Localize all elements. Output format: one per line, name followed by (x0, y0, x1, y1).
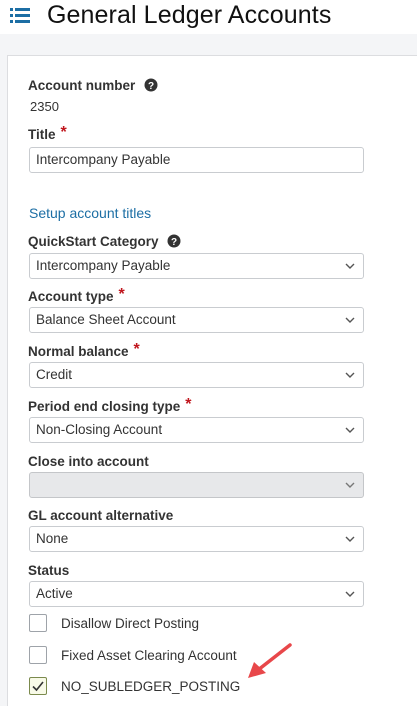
close-into-account-select (29, 472, 364, 498)
page-title: General Ledger Accounts (47, 1, 332, 29)
annotation-arrow-icon (248, 643, 292, 678)
close-into-account-label: Close into account (28, 454, 149, 470)
setup-account-titles-link[interactable]: Setup account titles (29, 205, 151, 221)
gl-account-alternative-value: None (36, 531, 69, 546)
status-label: Status (28, 563, 69, 579)
checkmark-icon (32, 681, 44, 692)
chevron-down-icon (345, 263, 355, 269)
help-icon[interactable]: ? (167, 234, 181, 248)
normal-balance-label-text: Normal balance (28, 344, 129, 359)
required-marker: * (60, 124, 67, 141)
chevron-down-icon (345, 591, 355, 597)
account-type-select[interactable]: Balance Sheet Account (29, 307, 364, 333)
status-select[interactable]: Active (29, 581, 364, 607)
top-bar: General Ledger Accounts (0, 0, 417, 34)
normal-balance-label: Normal balance * (28, 341, 140, 360)
status-value: Active (36, 586, 73, 601)
chevron-down-icon (345, 427, 355, 433)
title-label: Title * (28, 124, 67, 143)
account-type-value: Balance Sheet Account (36, 312, 176, 327)
quickstart-category-label: QuickStart Category ? (28, 234, 181, 250)
chevron-down-icon (345, 482, 355, 488)
svg-text:?: ? (148, 81, 154, 92)
normal-balance-value: Credit (36, 367, 73, 382)
close-into-account-label-text: Close into account (28, 454, 149, 469)
gl-account-alternative-select[interactable]: None (29, 526, 364, 552)
chevron-down-icon (345, 317, 355, 323)
quickstart-category-value: Intercompany Payable (36, 258, 171, 273)
account-number-value: 2350 (30, 99, 59, 114)
title-label-text: Title (28, 127, 56, 142)
account-type-label-text: Account type (28, 289, 114, 304)
account-type-label: Account type * (28, 286, 125, 305)
svg-text:?: ? (171, 237, 177, 248)
gl-account-alternative-label-text: GL account alternative (28, 508, 174, 523)
disallow-direct-posting-label: Disallow Direct Posting (61, 616, 200, 631)
period-end-closing-type-label-text: Period end closing type (28, 399, 181, 414)
disallow-direct-posting-checkbox[interactable] (29, 614, 47, 632)
chevron-down-icon (345, 536, 355, 542)
quickstart-category-select[interactable]: Intercompany Payable (29, 253, 364, 279)
quickstart-category-label-text: QuickStart Category (28, 234, 159, 249)
list-menu-icon[interactable] (10, 6, 30, 24)
normal-balance-select[interactable]: Credit (29, 362, 364, 388)
no-subledger-posting-label: NO_SUBLEDGER_POSTING (61, 679, 241, 694)
fixed-asset-clearing-account-checkbox[interactable] (29, 646, 47, 664)
period-end-closing-type-select[interactable]: Non-Closing Account (29, 417, 364, 443)
gl-account-alternative-label: GL account alternative (28, 508, 173, 524)
account-number-label-text: Account number (28, 78, 136, 93)
period-end-closing-type-label: Period end closing type * (28, 396, 192, 415)
fixed-asset-clearing-account-label: Fixed Asset Clearing Account (61, 648, 237, 663)
title-input[interactable]: Intercompany Payable (29, 147, 364, 173)
required-marker: * (185, 396, 192, 413)
required-marker: * (118, 286, 125, 303)
chevron-down-icon (345, 372, 355, 378)
status-label-text: Status (28, 563, 70, 578)
title-input-value: Intercompany Payable (36, 152, 171, 167)
no-subledger-posting-checkbox[interactable] (29, 677, 47, 695)
required-marker: * (133, 341, 140, 358)
account-number-label: Account number ? (28, 78, 158, 94)
period-end-closing-type-value: Non-Closing Account (36, 422, 163, 437)
help-icon[interactable]: ? (144, 78, 158, 92)
